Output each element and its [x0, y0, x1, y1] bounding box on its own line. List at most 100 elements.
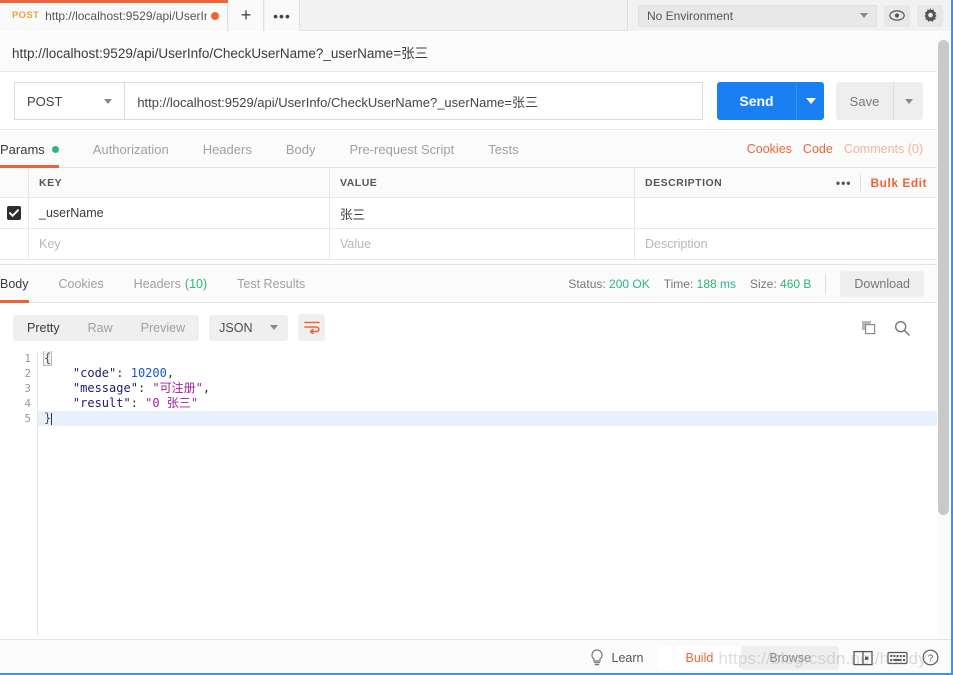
- response-tab-label: Cookies: [58, 276, 104, 291]
- row-enabled-checkbox[interactable]: [7, 206, 21, 220]
- vertical-scrollbar-thumb[interactable]: [938, 40, 949, 515]
- response-tab-cookies[interactable]: Cookies: [44, 265, 119, 302]
- tab-bar: POST http://localhost:9529/api/UserIn + …: [0, 0, 953, 31]
- code-token: {: [42, 351, 53, 366]
- request-url-value: http://localhost:9529/api/UserInfo/Check…: [137, 94, 538, 110]
- copy-response-button[interactable]: [861, 320, 877, 336]
- environment-select[interactable]: No Environment: [638, 4, 877, 27]
- panel-layout-button[interactable]: [853, 650, 873, 666]
- build-tab[interactable]: Build: [657, 645, 742, 670]
- code-line-number-gutter: 1 2 3 4 5: [0, 351, 38, 636]
- code-token: }: [44, 411, 52, 425]
- postman-window: POST http://localhost:9529/api/UserIn + …: [0, 0, 953, 675]
- code-token: :: [137, 381, 153, 395]
- body-format-select[interactable]: JSON: [209, 314, 289, 341]
- params-header-actions: ••• Bulk Edit: [836, 168, 927, 197]
- response-tab-body[interactable]: Body: [0, 265, 44, 303]
- time-label: Time:: [663, 276, 694, 291]
- request-url-input[interactable]: http://localhost:9529/api/UserInfo/Check…: [124, 82, 703, 120]
- save-button[interactable]: Save: [836, 82, 893, 120]
- cookies-link[interactable]: Cookies: [747, 142, 792, 156]
- new-row-value-input[interactable]: Value: [330, 229, 635, 259]
- environment-selected-label: No Environment: [647, 8, 734, 23]
- send-button[interactable]: Send: [717, 82, 796, 120]
- code-token: "可注册": [152, 381, 203, 395]
- response-body-code-viewer[interactable]: 1 2 3 4 5 { "code": 10200, "message": "可…: [0, 351, 937, 636]
- request-tab-tests[interactable]: Tests: [471, 131, 535, 167]
- new-row-description-input[interactable]: Description: [635, 229, 937, 259]
- request-tab-pre-request-script[interactable]: Pre-request Script: [332, 131, 471, 167]
- code-line: "code": 10200,: [44, 366, 937, 381]
- code-link[interactable]: Code: [803, 142, 833, 156]
- browse-tab[interactable]: Browse: [741, 646, 839, 670]
- new-row-key-input[interactable]: Key: [29, 229, 330, 259]
- url-preview-strip: http://localhost:9529/api/UserInfo/Check…: [0, 32, 937, 72]
- save-button-group: Save: [836, 82, 923, 120]
- request-tab-active[interactable]: POST http://localhost:9529/api/UserIn: [0, 0, 228, 31]
- wrap-lines-icon: [304, 321, 320, 334]
- tab-options-button[interactable]: •••: [265, 0, 300, 31]
- line-number: 1: [24, 352, 31, 365]
- tab-title-label: http://localhost:9529/api/UserIn: [45, 8, 207, 23]
- comments-link[interactable]: Comments (0): [844, 142, 923, 156]
- new-tab-button[interactable]: +: [229, 0, 264, 31]
- http-method-select[interactable]: POST: [14, 82, 125, 120]
- request-tab-label: Body: [285, 141, 316, 157]
- keyboard-shortcuts-button[interactable]: [887, 650, 908, 665]
- status-footer: Learn Build Browse ?: [0, 639, 953, 675]
- table-row: _userName 张三: [0, 198, 937, 229]
- save-options-button[interactable]: [893, 82, 923, 120]
- row-checkbox-cell: [0, 229, 29, 259]
- response-meta: Status: 200 OK Time: 188 ms Size: 460 B …: [568, 265, 937, 302]
- response-headers-count: (10): [184, 276, 208, 291]
- lightbulb-icon: [590, 649, 603, 666]
- body-view-raw[interactable]: Raw: [74, 315, 127, 341]
- eye-icon: [889, 10, 905, 21]
- code-line: "message": "可注册",: [44, 381, 937, 396]
- params-more-options-button[interactable]: •••: [836, 176, 852, 190]
- environment-settings-button[interactable]: [917, 4, 943, 27]
- request-tab-authorization[interactable]: Authorization: [76, 131, 186, 167]
- request-tab-headers[interactable]: Headers: [186, 131, 269, 167]
- response-tab-label: Test Results: [237, 276, 306, 291]
- search-response-button[interactable]: [894, 320, 910, 336]
- status-value: 200 OK: [609, 276, 650, 291]
- search-icon: [894, 320, 910, 336]
- body-view-pretty[interactable]: Pretty: [13, 314, 74, 341]
- check-icon: [9, 209, 19, 217]
- size-value: 460 B: [780, 276, 812, 291]
- wrap-lines-button[interactable]: [298, 314, 326, 341]
- code-token: :: [130, 396, 146, 410]
- header-description: DESCRIPTION: [645, 176, 723, 189]
- request-tab-label: Pre-request Script: [349, 141, 455, 157]
- row-description-input[interactable]: [635, 198, 937, 228]
- response-tab-test-results[interactable]: Test Results: [222, 265, 320, 302]
- send-button-group: Send: [717, 82, 824, 120]
- row-checkbox-cell: [0, 198, 29, 228]
- copy-icon: [862, 320, 876, 334]
- divider: [825, 272, 827, 295]
- line-number: 3: [24, 382, 31, 395]
- tab-bar-filler: [301, 0, 627, 31]
- environment-quick-look-button[interactable]: [884, 4, 910, 27]
- bulk-edit-button[interactable]: Bulk Edit: [870, 176, 927, 190]
- request-tab-body[interactable]: Body: [269, 131, 333, 167]
- divider: [860, 174, 862, 191]
- chevron-down-icon: [805, 98, 816, 104]
- body-format-label: JSON: [219, 320, 253, 335]
- code-token: "0 张三": [145, 396, 199, 410]
- request-tab-params[interactable]: Params: [0, 131, 76, 168]
- environment-bar: No Environment: [627, 0, 953, 31]
- row-value-input[interactable]: 张三: [330, 198, 635, 228]
- response-tab-headers[interactable]: Headers (10): [119, 265, 222, 302]
- send-options-button[interactable]: [796, 82, 824, 120]
- body-view-preview[interactable]: Preview: [127, 315, 199, 341]
- learn-button[interactable]: Learn: [590, 649, 644, 666]
- request-tab-label: Authorization: [92, 141, 169, 157]
- response-tabs: Body Cookies Headers (10) Test Results S…: [0, 264, 937, 303]
- row-key-input[interactable]: _userName: [29, 198, 330, 228]
- download-response-button[interactable]: Download: [840, 270, 924, 297]
- help-button[interactable]: ?: [922, 649, 939, 666]
- keyboard-icon: [887, 651, 908, 665]
